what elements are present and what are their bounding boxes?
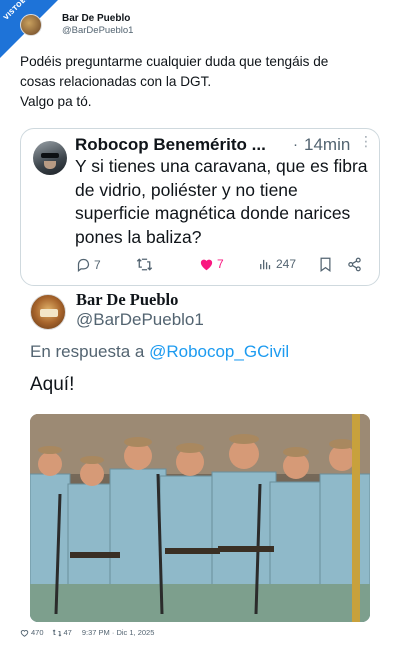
share-button[interactable] — [347, 257, 362, 272]
tweet-line: Valgo pa tó. — [20, 94, 92, 109]
in-reply-prefix: En respuesta a — [30, 342, 150, 361]
reply-author-handle[interactable]: @BarDePueblo1 — [76, 310, 204, 330]
footer-retweets[interactable]: 47 — [52, 628, 72, 637]
reply-count: 7 — [94, 257, 101, 272]
more-options-icon[interactable]: ⋮ — [359, 133, 373, 150]
quoted-action-bar: 7 7 247 — [21, 257, 381, 277]
author-name[interactable]: Bar De Pueblo — [62, 13, 133, 25]
footer-likes-count: 470 — [31, 628, 44, 637]
quoted-author-name[interactable]: Robocop Benemérito ... — [75, 135, 266, 155]
footer-timestamp-text: 9:37 PM · Dic 1, 2025 — [81, 628, 155, 637]
retweet-button[interactable] — [136, 257, 153, 272]
views-icon — [260, 259, 271, 270]
quoted-tweet-card[interactable]: Robocop Benemérito ... · 14min ⋮ Y si ti… — [20, 128, 380, 286]
footer-timestamp[interactable]: 9:37 PM · Dic 1, 2025 — [80, 628, 155, 637]
footer-retweets-count: 47 — [63, 628, 72, 637]
tweet-footer: 470 47 9:37 PM · Dic 1, 2025 — [20, 628, 162, 637]
author-handle[interactable]: @BarDePueblo1 — [62, 25, 133, 37]
tweet-line: cosas relacionadas con la DGT. — [20, 74, 212, 89]
views-button[interactable]: 247 — [259, 257, 296, 271]
quoted-tweet-text: Y si tienes una caravana, que es fibra d… — [75, 156, 368, 247]
reply-text: Aquí! — [30, 374, 75, 395]
reply-avatar[interactable] — [30, 294, 66, 330]
attached-photo[interactable] — [30, 414, 370, 622]
views-count: 247 — [276, 257, 297, 271]
reply-icon — [77, 258, 90, 272]
share-icon — [348, 257, 361, 272]
heart-icon — [200, 259, 213, 271]
tweet-line: Podéis preguntarme cualquier duda que te… — [20, 54, 329, 69]
quoted-avatar[interactable] — [33, 141, 67, 175]
separator-dot: · — [293, 136, 298, 153]
like-count: 7 — [217, 257, 224, 271]
bookmark-icon — [320, 257, 331, 272]
tweet-header: Bar De Pueblo @BarDePueblo1 — [20, 13, 133, 37]
reply-author-name[interactable]: Bar De Pueblo — [76, 290, 178, 310]
photo-soldiers-image — [30, 414, 370, 622]
bookmark-button[interactable] — [319, 257, 332, 272]
quoted-timestamp[interactable]: 14min — [304, 135, 350, 155]
heart-outline-icon — [20, 629, 29, 637]
retweet-icon — [136, 258, 153, 271]
reply-button[interactable]: 7 — [76, 257, 101, 272]
like-button[interactable]: 7 — [199, 257, 224, 271]
in-reply-handle-link[interactable]: @Robocop_GCivil — [149, 342, 289, 361]
retweet-icon — [52, 628, 61, 637]
avatar[interactable] — [20, 14, 42, 36]
tweet-text: Podéis preguntarme cualquier duda que te… — [20, 52, 380, 112]
footer-likes[interactable]: 470 — [20, 628, 44, 637]
in-reply-to: En respuesta a @Robocop_GCivil — [30, 342, 289, 362]
